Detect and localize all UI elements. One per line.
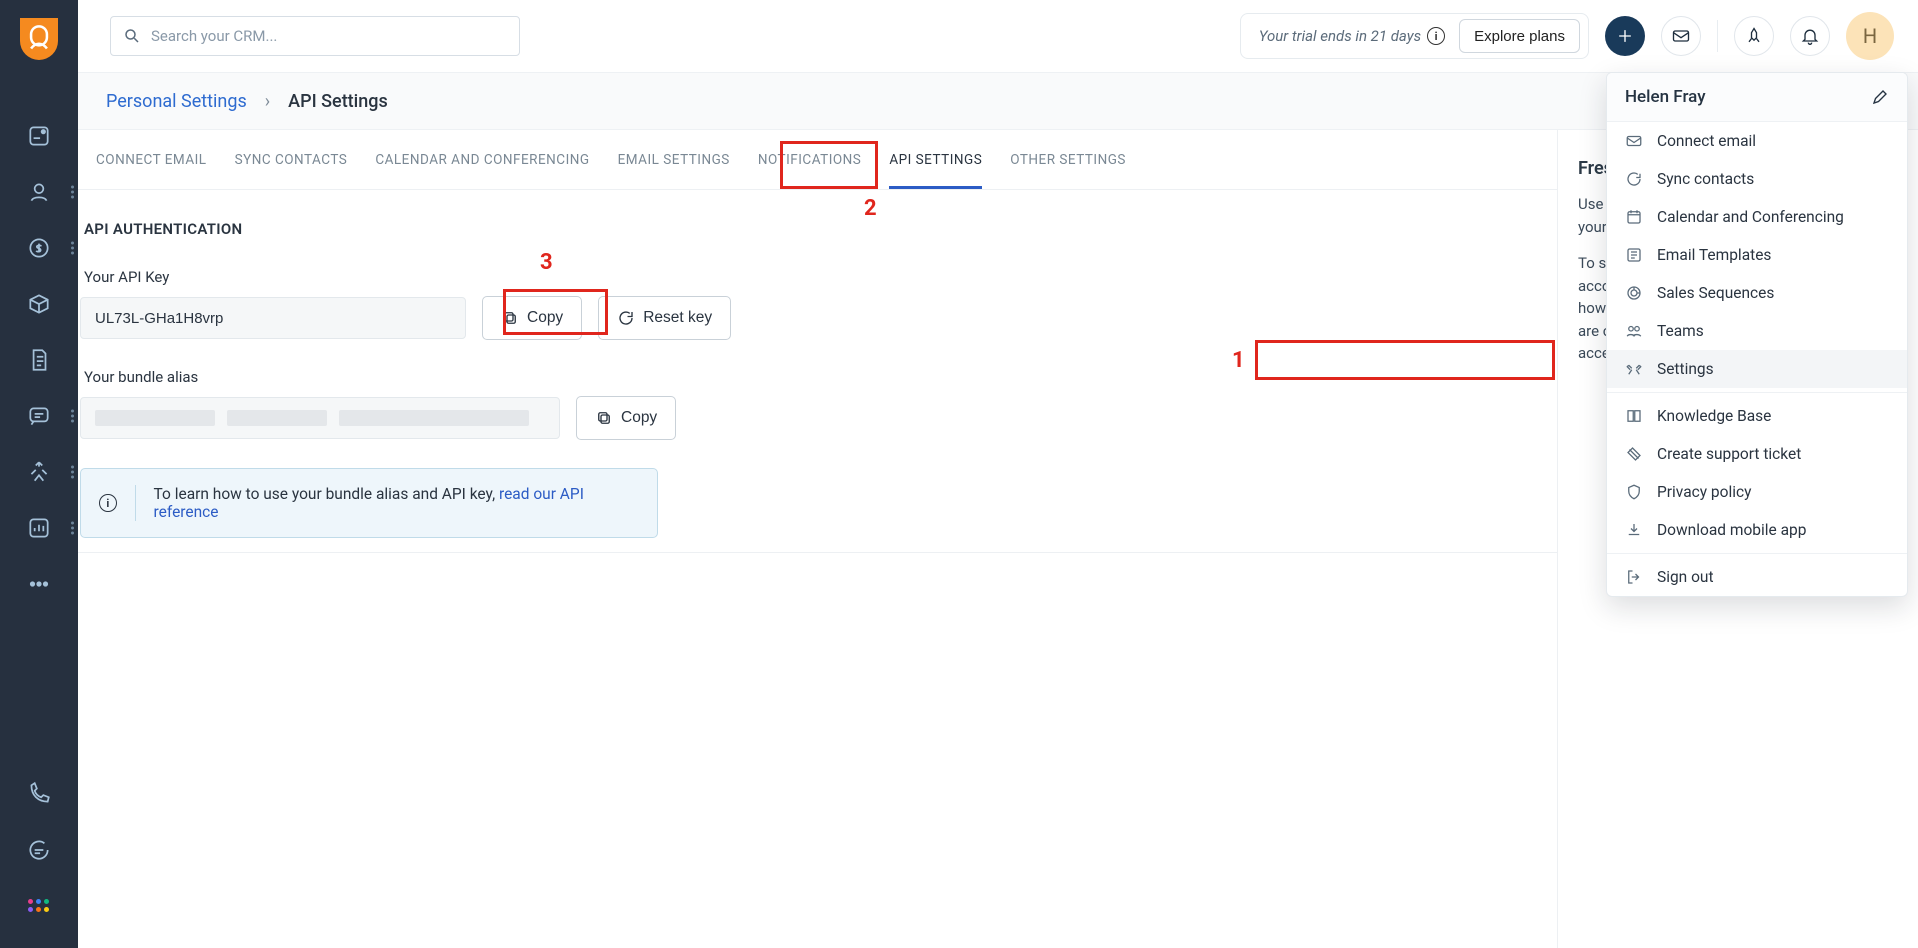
shield-icon <box>1625 483 1643 501</box>
menu-connect-email[interactable]: Connect email <box>1607 122 1907 160</box>
api-key-label: Your API Key <box>84 268 1174 286</box>
nav-reports[interactable] <box>0 500 78 556</box>
rocket-icon <box>1744 26 1764 46</box>
email-button[interactable] <box>1661 16 1701 56</box>
api-info-banner: i To learn how to use your bundle alias … <box>80 468 658 538</box>
nav-deals[interactable] <box>0 220 78 276</box>
tab-connect-email[interactable]: CONNECT EMAIL <box>82 130 221 189</box>
target-icon <box>1625 284 1643 302</box>
copy-api-key-button[interactable]: Copy <box>482 296 582 340</box>
tab-email-settings[interactable]: EMAIL SETTINGS <box>604 130 744 189</box>
trial-text: Your trial ends in 21 days i <box>1259 27 1445 45</box>
mail-icon <box>1625 132 1643 150</box>
menu-sync-contacts[interactable]: Sync contacts <box>1607 160 1907 198</box>
teams-icon <box>1625 322 1643 340</box>
notifications-button[interactable] <box>1790 16 1830 56</box>
user-avatar[interactable]: H <box>1846 12 1894 60</box>
breadcrumb-current: API Settings <box>288 91 388 112</box>
menu-sales-sequences[interactable]: Sales Sequences <box>1607 274 1907 312</box>
download-icon <box>1625 521 1643 539</box>
template-icon <box>1625 246 1643 264</box>
menu-dots-icon[interactable] <box>71 466 74 479</box>
add-new-button[interactable] <box>1605 16 1645 56</box>
tab-other-settings[interactable]: OTHER SETTINGS <box>996 130 1140 189</box>
info-icon[interactable]: i <box>1427 27 1445 45</box>
settings-tabs: CONNECT EMAIL SYNC CONTACTS CALENDAR AND… <box>78 130 1557 190</box>
menu-calendar[interactable]: Calendar and Conferencing <box>1607 198 1907 236</box>
nav-chat[interactable] <box>0 822 78 878</box>
copy-icon <box>595 409 613 427</box>
nav-documents[interactable] <box>0 332 78 388</box>
mail-icon <box>1671 26 1691 46</box>
edit-icon[interactable] <box>1871 88 1889 106</box>
top-bar: Search your CRM... Your trial ends in 21… <box>78 0 1918 72</box>
tab-api-settings[interactable]: API SETTINGS <box>875 130 996 189</box>
menu-support-ticket[interactable]: Create support ticket <box>1607 435 1907 473</box>
menu-dots-icon[interactable] <box>71 522 74 535</box>
copy-bundle-alias-button[interactable]: Copy <box>576 396 676 440</box>
nav-app-switcher[interactable] <box>0 878 78 934</box>
search-placeholder: Search your CRM... <box>151 27 277 45</box>
book-icon <box>1625 407 1643 425</box>
bundle-alias-label: Your bundle alias <box>84 368 1174 386</box>
search-icon <box>123 27 141 45</box>
nav-more[interactable] <box>0 556 78 612</box>
trial-banner: Your trial ends in 21 days i Explore pla… <box>1240 13 1589 59</box>
menu-dots-icon[interactable] <box>71 186 74 199</box>
menu-email-templates[interactable]: Email Templates <box>1607 236 1907 274</box>
divider <box>1717 20 1718 52</box>
nav-dashboard[interactable] <box>0 108 78 164</box>
section-title: API AUTHENTICATION <box>84 220 1174 238</box>
plus-icon <box>1615 26 1635 46</box>
search-input[interactable]: Search your CRM... <box>110 16 520 56</box>
menu-dots-icon[interactable] <box>71 242 74 255</box>
banner-text: To learn how to use your bundle alias an… <box>154 485 639 521</box>
info-icon: i <box>99 494 117 512</box>
user-menu-dropdown: Helen Fray Connect email Sync contacts C… <box>1606 72 1908 597</box>
menu-privacy-policy[interactable]: Privacy policy <box>1607 473 1907 511</box>
settings-icon <box>1625 360 1643 378</box>
tab-sync-contacts[interactable]: SYNC CONTACTS <box>221 130 362 189</box>
menu-sign-out[interactable]: Sign out <box>1607 558 1907 596</box>
chevron-right-icon: › <box>265 91 270 112</box>
nav-contacts[interactable] <box>0 164 78 220</box>
menu-teams[interactable]: Teams <box>1607 312 1907 350</box>
signout-icon <box>1625 568 1643 586</box>
nav-phone[interactable] <box>0 766 78 822</box>
reset-icon <box>617 309 635 327</box>
sync-icon <box>1625 170 1643 188</box>
api-key-field[interactable] <box>80 297 466 339</box>
menu-settings[interactable]: Settings <box>1607 350 1907 388</box>
menu-dots-icon[interactable] <box>71 410 74 423</box>
breadcrumb-root[interactable]: Personal Settings <box>106 91 247 112</box>
copy-icon <box>501 309 519 327</box>
reset-api-key-button[interactable]: Reset key <box>598 296 731 340</box>
bell-icon <box>1800 26 1820 46</box>
menu-download-app[interactable]: Download mobile app <box>1607 511 1907 549</box>
nav-products[interactable] <box>0 276 78 332</box>
ticket-icon <box>1625 445 1643 463</box>
tab-notifications[interactable]: NOTIFICATIONS <box>744 130 876 189</box>
bundle-alias-field[interactable] <box>80 397 560 439</box>
menu-knowledge-base[interactable]: Knowledge Base <box>1607 397 1907 435</box>
nav-automation[interactable] <box>0 444 78 500</box>
left-nav-rail <box>0 0 78 948</box>
explore-plans-button[interactable]: Explore plans <box>1459 19 1580 53</box>
app-logo[interactable] <box>20 18 58 60</box>
calendar-icon <box>1625 208 1643 226</box>
user-menu-name: Helen Fray <box>1625 87 1706 107</box>
freddy-ai-button[interactable] <box>1734 16 1774 56</box>
nav-conversations[interactable] <box>0 388 78 444</box>
tab-calendar-conferencing[interactable]: CALENDAR AND CONFERENCING <box>361 130 603 189</box>
